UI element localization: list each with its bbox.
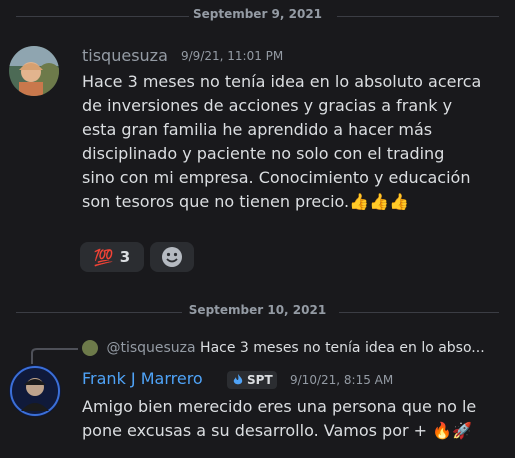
message-line: disciplinado y paciente no solo con el t… xyxy=(82,144,445,163)
avatar[interactable] xyxy=(9,365,61,417)
reply-preview[interactable]: @tisquesuza Hace 3 meses no tenía idea e… xyxy=(82,340,485,356)
date-divider: September 9, 2021 xyxy=(0,6,515,26)
date-divider-label: September 10, 2021 xyxy=(188,303,327,317)
fire-rocket-emoji: 🔥🚀 xyxy=(432,421,472,440)
message-line: de inversiones de acciones y gracias a f… xyxy=(82,96,453,115)
message-line: Amigo bien merecido eres una persona que… xyxy=(82,397,477,416)
hundred-points-emoji: 💯 xyxy=(93,247,114,267)
reaction-100[interactable]: 💯 3 xyxy=(80,242,144,272)
message-timestamp[interactable]: 9/9/21, 11:01 PM xyxy=(181,49,283,63)
message-text: pone excusas a su desarrollo. Vamos por … xyxy=(82,421,428,440)
avatar[interactable] xyxy=(9,46,59,96)
message-text: son tesoros que no tienen precio. xyxy=(82,192,350,211)
server-tag: SPT xyxy=(247,373,273,387)
flame-icon xyxy=(233,374,243,385)
message-content: Amigo bien merecido eres una persona que… xyxy=(82,395,512,443)
message-line: sino con mi empresa. Conocimiento y educ… xyxy=(82,168,471,187)
message-timestamp[interactable]: 9/10/21, 8:15 AM xyxy=(290,373,393,387)
add-reaction-icon xyxy=(162,247,182,267)
message-line: pone excusas a su desarrollo. Vamos por … xyxy=(82,419,512,443)
message-line: Hace 3 meses no tenía idea en lo absolut… xyxy=(82,72,482,91)
add-reaction-button[interactable] xyxy=(150,242,194,272)
reply-mention[interactable]: @tisquesuza xyxy=(106,340,195,356)
username-frank[interactable]: Frank J Marrero xyxy=(82,369,203,388)
date-divider: September 10, 2021 xyxy=(0,302,515,322)
server-tag-badge[interactable]: SPT xyxy=(227,371,277,389)
reply-connector xyxy=(31,348,78,364)
thumbs-up-emoji: 👍👍👍 xyxy=(349,192,409,211)
message-line: esta gran familia he aprendido a hacer m… xyxy=(82,120,433,139)
username-tisquesuza[interactable]: tisquesuza xyxy=(82,46,168,65)
message-line: son tesoros que no tienen precio.👍👍👍 xyxy=(82,190,512,214)
date-divider-label: September 9, 2021 xyxy=(192,7,323,21)
message-content: Hace 3 meses no tenía idea en lo absolut… xyxy=(82,70,512,214)
reply-preview-text: Hace 3 meses no tenía idea en lo abso... xyxy=(200,340,485,356)
reply-avatar xyxy=(82,340,98,356)
reaction-count: 3 xyxy=(119,248,131,266)
